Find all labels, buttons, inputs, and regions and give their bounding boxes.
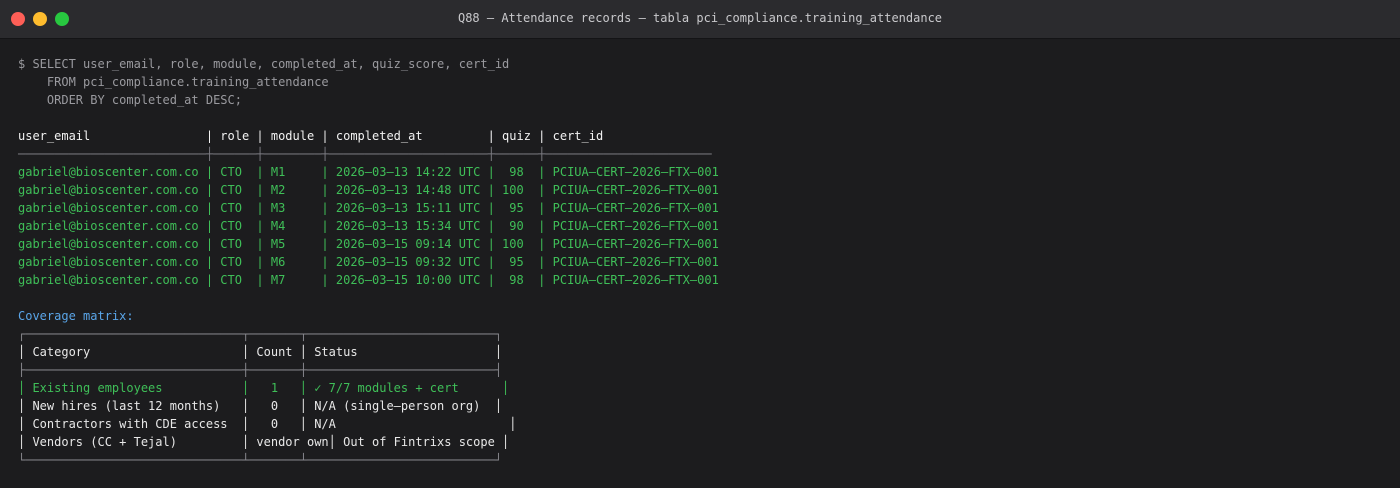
matrix-header-row: │ Category │ Count │ Status │ [18,345,503,359]
matrix-header-separator: ├──────────────────────────────┼───────┼… [18,363,503,377]
matrix-row-new-hires: │ New hires (last 12 months) │ 0 │ N/A (… [18,399,503,413]
table-row: gabriel@bioscenter.com.co | CTO | M5 | 2… [18,237,719,251]
table-row: gabriel@bioscenter.com.co | CTO | M3 | 2… [18,201,719,215]
matrix-row-existing-employees: │ Existing employees │ 1 │ ✓ 7/7 modules… [18,381,510,395]
terminal-window: Q88 — Attendance records — tabla pci_com… [0,0,1400,488]
table-row: gabriel@bioscenter.com.co | CTO | M2 | 2… [18,183,719,197]
table-row: gabriel@bioscenter.com.co | CTO | M7 | 2… [18,273,719,287]
title-bar: Q88 — Attendance records — tabla pci_com… [0,0,1400,39]
window-title: Q88 — Attendance records — tabla pci_com… [457,11,943,25]
result-table-header: user_email | role | module | completed_a… [18,129,604,143]
table-row: gabriel@bioscenter.com.co | CTO | M4 | 2… [18,219,719,233]
matrix-top-border: ┌──────────────────────────────┬───────┬… [18,327,503,341]
table-row: gabriel@bioscenter.com.co | CTO | M6 | 2… [18,255,719,269]
terminal-output[interactable]: $ SELECT user_email, role, module, compl… [18,55,1400,469]
command-line-2: FROM pci_compliance.training_attendance [18,75,329,89]
command-line-1: $ SELECT user_email, role, module, compl… [18,57,510,71]
matrix-row-contractors: │ Contractors with CDE access │ 0 │ N/A … [18,417,517,431]
table-row: gabriel@bioscenter.com.co | CTO | M1 | 2… [18,165,719,179]
command-line-3: ORDER BY completed_at DESC; [18,93,242,107]
coverage-matrix-label: Coverage matrix: [18,309,134,323]
matrix-bottom-border: └──────────────────────────────┴───────┴… [18,453,503,467]
result-table-separator: ──────────────────────────┼──────┼──────… [18,147,712,161]
matrix-row-vendors: │ Vendors (CC + Tejal) │ vendor own│ Out… [18,435,510,449]
